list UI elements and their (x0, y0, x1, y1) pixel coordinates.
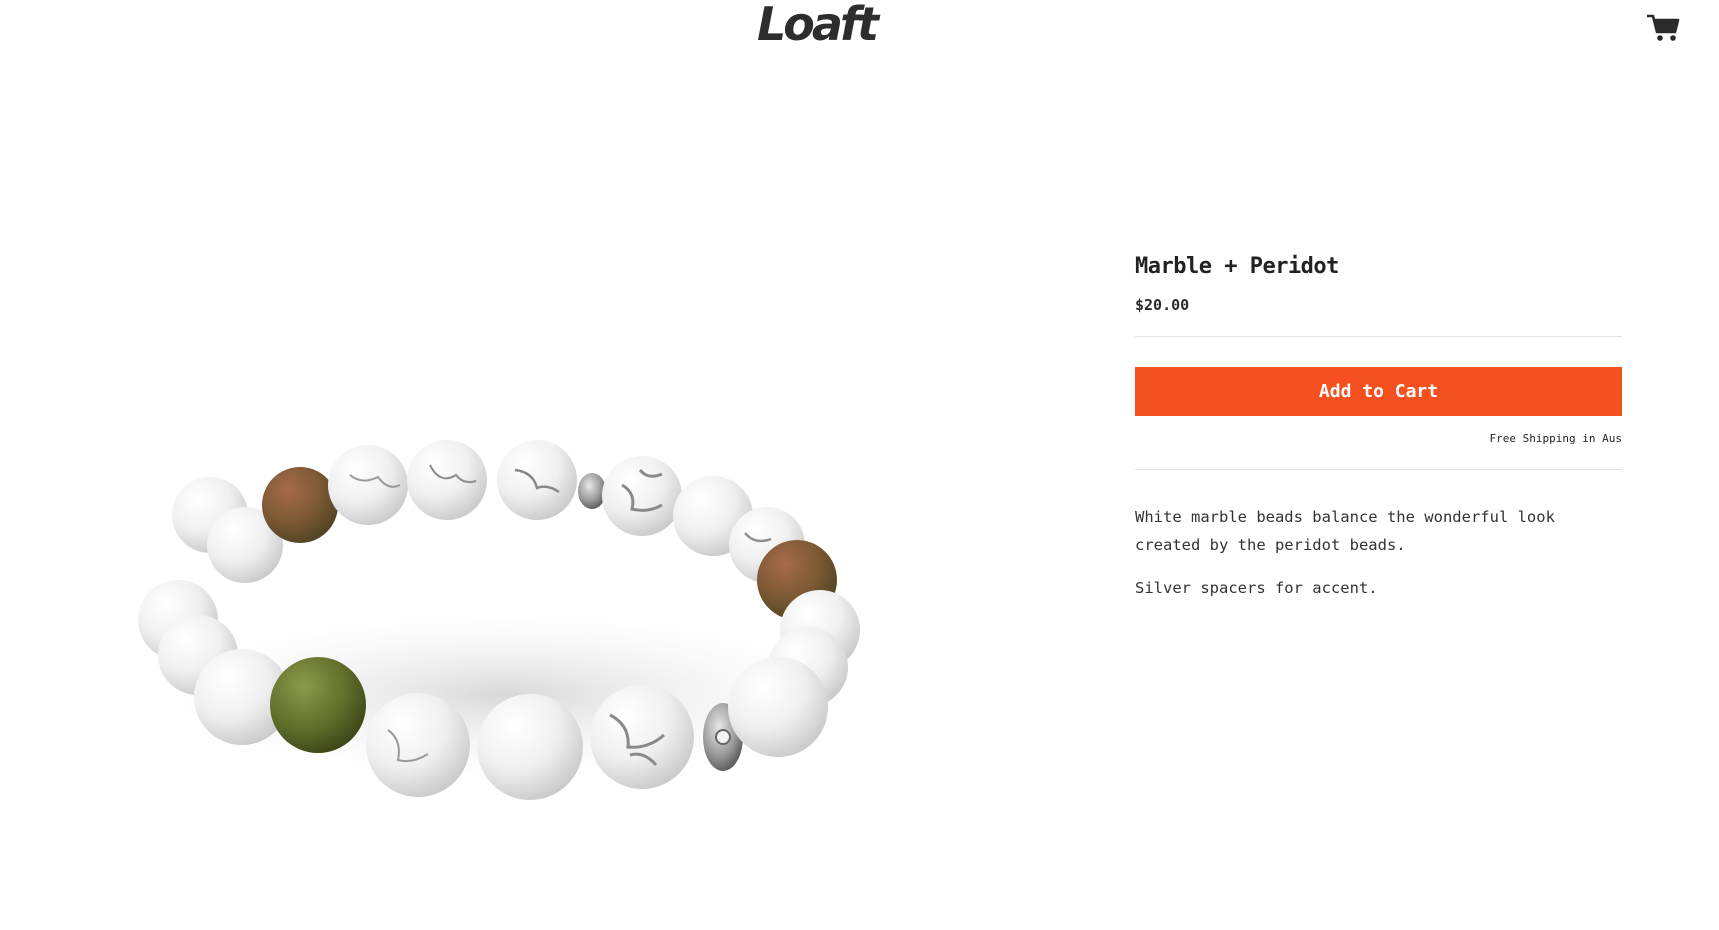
divider (1135, 336, 1622, 337)
shipping-note: Free Shipping in Aus (1489, 432, 1622, 445)
divider (1135, 469, 1622, 470)
product-description: White marble beads balance the wonderful… (1135, 503, 1622, 602)
description-paragraph: White marble beads balance the wonderful… (1135, 508, 1555, 554)
logo[interactable]: Loaft (757, 0, 879, 52)
cart-icon (1647, 14, 1680, 41)
add-to-cart-button[interactable]: Add to Cart (1135, 367, 1622, 416)
description-paragraph: Silver spacers for accent. (1135, 579, 1378, 597)
cart-button[interactable] (1646, 10, 1680, 44)
product-price: $20.00 (1135, 296, 1190, 314)
site-header: Loaft (0, 0, 1719, 55)
bracelet-photo (105, 440, 905, 800)
product-title: Marble + Peridot (1135, 254, 1339, 279)
product-image[interactable] (0, 55, 1010, 925)
product-details: Marble + Peridot $20.00 Add to Cart Free… (1135, 250, 1622, 617)
